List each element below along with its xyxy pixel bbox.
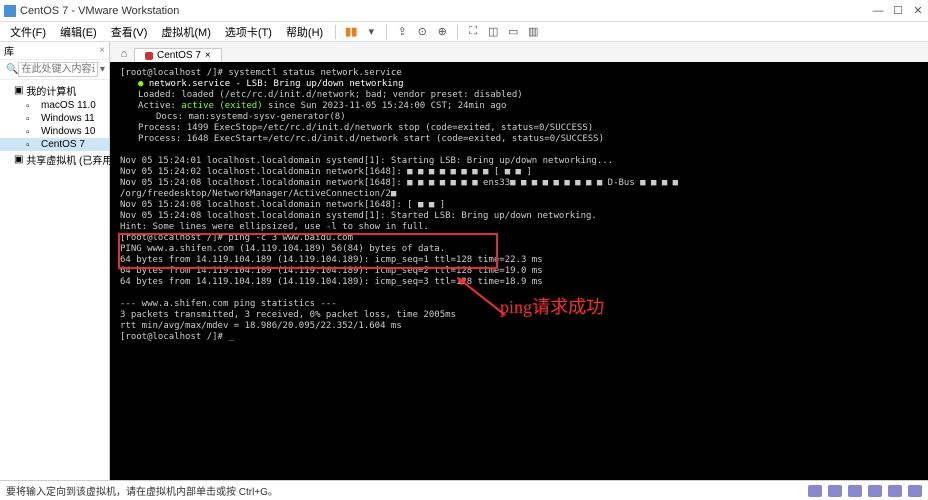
- term-line: Nov 05 15:24:08 localhost.localdomain sy…: [120, 211, 918, 222]
- sidebar-title: 库: [4, 43, 14, 58]
- menu-edit[interactable]: 编辑(E): [54, 23, 103, 41]
- snapshot-icon[interactable]: ⊙: [413, 24, 431, 40]
- vm-icon: ▫: [26, 127, 38, 137]
- folder-icon: ▣: [14, 85, 23, 96]
- terminal[interactable]: [root@localhost /]# systemctl status net…: [110, 62, 928, 480]
- device-icon[interactable]: [828, 485, 842, 497]
- menu-help[interactable]: 帮助(H): [280, 23, 329, 41]
- vm-icon: ▫: [26, 140, 38, 150]
- tree-my-computer[interactable]: ▣ 我的计算机: [0, 82, 109, 99]
- console-icon[interactable]: ▭: [504, 24, 522, 40]
- menu-file[interactable]: 文件(F): [4, 23, 52, 41]
- app-icon: [4, 5, 16, 17]
- minimize-button[interactable]: —: [872, 5, 884, 17]
- dropdown-icon[interactable]: ▾: [362, 24, 380, 40]
- separator: [335, 25, 336, 39]
- content-area: ⌂ CentOS 7 × [root@localhost /]# systemc…: [110, 42, 928, 480]
- search-dropdown-icon[interactable]: ▾: [100, 64, 105, 75]
- home-tab-icon[interactable]: ⌂: [116, 46, 132, 62]
- search-icon[interactable]: 🔍: [6, 64, 18, 75]
- vm-tree: ▣ 我的计算机 ▫macOS 11.0 ▫Windows 11 ▫Windows…: [0, 80, 109, 170]
- term-line: Nov 05 15:24:08 localhost.localdomain ne…: [120, 200, 918, 211]
- term-line: Loaded: loaded (/etc/rc.d/init.d/network…: [120, 90, 918, 101]
- tree-item-win10[interactable]: ▫Windows 10: [0, 125, 109, 138]
- tree-item-macos[interactable]: ▫macOS 11.0: [0, 99, 109, 112]
- term-line: rtt min/avg/max/mdev = 18.986/20.095/22.…: [120, 321, 918, 332]
- fullscreen-icon[interactable]: ⛶: [464, 24, 482, 40]
- tree-item-centos7[interactable]: ▫CentOS 7: [0, 138, 109, 151]
- term-line: PING www.a.shifen.com (14.119.104.189) 5…: [120, 244, 918, 255]
- term-line: [root@localhost /]# systemctl status net…: [120, 68, 918, 79]
- term-line: Process: 1499 ExecStop=/etc/rc.d/init.d/…: [120, 123, 918, 134]
- window-title: CentOS 7 - VMware Workstation: [20, 5, 872, 17]
- menu-vm[interactable]: 虚拟机(M): [155, 23, 217, 41]
- device-icon[interactable]: [888, 485, 902, 497]
- maximize-button[interactable]: ☐: [892, 5, 904, 17]
- vm-icon: ▫: [26, 101, 38, 111]
- term-line: Docs: man:systemd-sysv-generator(8): [120, 112, 918, 123]
- unity-icon[interactable]: ◫: [484, 24, 502, 40]
- vm-icon: ▫: [26, 114, 38, 124]
- sidebar-header: 库 ×: [0, 42, 109, 60]
- term-line: ● network.service - LSB: Bring up/down n…: [120, 79, 918, 90]
- term-line: Process: 1648 ExecStart=/etc/rc.d/init.d…: [120, 134, 918, 145]
- manage-icon[interactable]: ⊕: [433, 24, 451, 40]
- tab-label: CentOS 7: [157, 50, 201, 61]
- menubar: 文件(F) 编辑(E) 查看(V) 虚拟机(M) 选项卡(T) 帮助(H) ▮▮…: [0, 22, 928, 42]
- stretch-icon[interactable]: ▥: [524, 24, 542, 40]
- term-line: Active: active (exited) since Sun 2023-1…: [120, 101, 918, 112]
- window-titlebar: CentOS 7 - VMware Workstation — ☐ ✕: [0, 0, 928, 22]
- tree-item-win11[interactable]: ▫Windows 11: [0, 112, 109, 125]
- send-button-icon[interactable]: ⇪: [393, 24, 411, 40]
- menu-tabs[interactable]: 选项卡(T): [219, 23, 278, 41]
- tab-status-icon: [145, 52, 153, 60]
- sidebar-search: 🔍 ▾: [0, 60, 109, 80]
- close-sidebar-icon[interactable]: ×: [99, 45, 105, 56]
- term-line: Nov 05 15:24:01 localhost.localdomain sy…: [120, 156, 918, 167]
- separator: [386, 25, 387, 39]
- close-button[interactable]: ✕: [912, 5, 924, 17]
- search-input[interactable]: [18, 62, 98, 77]
- term-line: Nov 05 15:24:08 localhost.localdomain ne…: [120, 178, 918, 200]
- pause-icon[interactable]: ▮▮: [342, 24, 360, 40]
- statusbar: 要将输入定向到该虚拟机，请在虚拟机内部单击或按 Ctrl+G。: [0, 480, 928, 500]
- term-line: 64 bytes from 14.119.104.189 (14.119.104…: [120, 255, 918, 266]
- separator: [457, 25, 458, 39]
- tree-shared[interactable]: ▣ 共享虚拟机 (已弃用): [0, 151, 109, 168]
- device-icon[interactable]: [848, 485, 862, 497]
- tabstrip: ⌂ CentOS 7 ×: [110, 42, 928, 62]
- term-line: --- www.a.shifen.com ping statistics ---: [120, 299, 918, 310]
- tab-close-icon[interactable]: ×: [205, 50, 211, 61]
- term-line: [root@localhost /]# _: [120, 332, 918, 343]
- menu-view[interactable]: 查看(V): [105, 23, 154, 41]
- term-line: 64 bytes from 14.119.104.189 (14.119.104…: [120, 277, 918, 288]
- status-text: 要将输入定向到该虚拟机，请在虚拟机内部单击或按 Ctrl+G。: [6, 483, 278, 498]
- term-line: Nov 05 15:24:02 localhost.localdomain ne…: [120, 167, 918, 178]
- term-line: [root@localhost /]# ping -c 3 www.baidu.…: [120, 233, 918, 244]
- tab-centos7[interactable]: CentOS 7 ×: [134, 48, 222, 62]
- term-line: 3 packets transmitted, 3 received, 0% pa…: [120, 310, 918, 321]
- folder-icon: ▣: [14, 154, 23, 165]
- term-line: 64 bytes from 14.119.104.189 (14.119.104…: [120, 266, 918, 277]
- term-line: Hint: Some lines were ellipsized, use -l…: [120, 222, 918, 233]
- device-icon[interactable]: [908, 485, 922, 497]
- device-icon[interactable]: [808, 485, 822, 497]
- device-icon[interactable]: [868, 485, 882, 497]
- library-sidebar: 库 × 🔍 ▾ ▣ 我的计算机 ▫macOS 11.0 ▫Windows 11 …: [0, 42, 110, 480]
